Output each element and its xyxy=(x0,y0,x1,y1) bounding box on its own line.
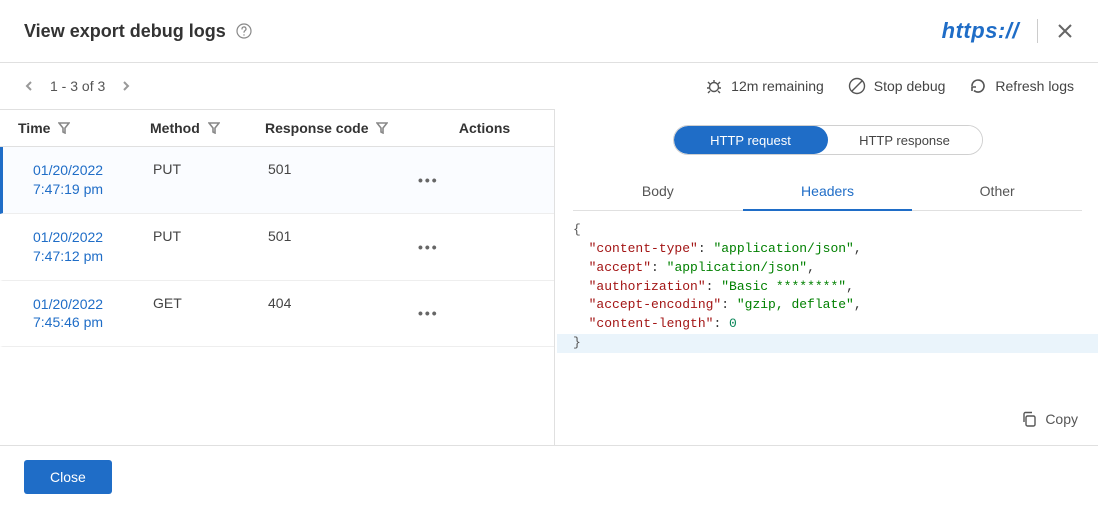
col-method-header[interactable]: Method xyxy=(150,120,265,136)
cell-code: 501 xyxy=(268,161,418,199)
cell-code: 404 xyxy=(268,295,418,333)
col-method-label: Method xyxy=(150,120,200,136)
row-actions-button[interactable]: ••• xyxy=(418,161,554,199)
copy-label: Copy xyxy=(1045,411,1078,427)
header-right: https:// xyxy=(942,18,1074,44)
content: Time Method Response code Actions 01/20/… xyxy=(0,109,1098,445)
stop-debug-text: Stop debug xyxy=(874,78,946,94)
table-row[interactable]: 01/20/20227:47:19 pmPUT501••• xyxy=(0,147,554,214)
filter-icon[interactable] xyxy=(208,122,220,134)
bug-icon xyxy=(705,77,723,95)
refresh-text: Refresh logs xyxy=(995,78,1074,94)
toolbar: 1 - 3 of 3 12m remaining Stop debug Refr… xyxy=(0,63,1098,109)
timestamp-link[interactable]: 01/20/20227:47:19 pm xyxy=(3,161,153,199)
cell-method: PUT xyxy=(153,161,268,199)
row-actions-button[interactable]: ••• xyxy=(418,295,554,333)
tab-http-request-label: HTTP request xyxy=(710,133,791,148)
close-button[interactable]: Close xyxy=(24,460,112,494)
table-header: Time Method Response code Actions xyxy=(0,109,554,147)
row-actions-button[interactable]: ••• xyxy=(418,228,554,266)
pager: 1 - 3 of 3 xyxy=(24,78,131,94)
col-code-label: Response code xyxy=(265,120,368,136)
stop-debug-button[interactable]: Stop debug xyxy=(848,77,946,95)
cell-code: 501 xyxy=(268,228,418,266)
table-row[interactable]: 01/20/20227:47:12 pmPUT501••• xyxy=(0,214,554,281)
subtab-other[interactable]: Other xyxy=(912,173,1082,211)
detail-subtabs: Body Headers Other xyxy=(573,173,1082,211)
filter-icon[interactable] xyxy=(58,122,70,134)
header-left: View export debug logs xyxy=(24,21,252,42)
https-badge: https:// xyxy=(942,18,1019,44)
col-time-label: Time xyxy=(18,120,50,136)
cell-method: GET xyxy=(153,295,268,333)
table-body: 01/20/20227:47:19 pmPUT501•••01/20/20227… xyxy=(0,147,554,347)
remaining-text: 12m remaining xyxy=(731,78,824,94)
subtab-body[interactable]: Body xyxy=(573,173,743,211)
page-title: View export debug logs xyxy=(24,21,226,42)
footer: Close xyxy=(0,445,1098,508)
col-actions-label: Actions xyxy=(459,120,510,136)
copy-button[interactable]: Copy xyxy=(573,397,1082,445)
tab-http-response[interactable]: HTTP response xyxy=(828,126,982,154)
help-icon[interactable] xyxy=(236,23,252,39)
headers-json-viewer: { "content-type": "application/json", "a… xyxy=(573,221,1082,353)
col-time-header[interactable]: Time xyxy=(0,120,150,136)
tab-http-response-label: HTTP response xyxy=(859,133,950,148)
chevron-left-icon[interactable] xyxy=(24,81,34,91)
col-actions-header: Actions xyxy=(415,120,554,136)
modal-header: View export debug logs https:// xyxy=(0,0,1098,63)
subtab-headers[interactable]: Headers xyxy=(743,173,913,211)
divider xyxy=(1037,19,1038,43)
timestamp-link[interactable]: 01/20/20227:47:12 pm xyxy=(3,228,153,266)
pager-text: 1 - 3 of 3 xyxy=(50,78,105,94)
toolbar-actions: 12m remaining Stop debug Refresh logs xyxy=(705,77,1074,95)
close-icon[interactable] xyxy=(1056,22,1074,40)
request-response-toggle: HTTP request HTTP response xyxy=(673,125,983,155)
remaining-label: 12m remaining xyxy=(705,77,824,95)
table-row[interactable]: 01/20/20227:45:46 pmGET404••• xyxy=(0,281,554,348)
filter-icon[interactable] xyxy=(376,122,388,134)
detail-panel: HTTP request HTTP response Body Headers … xyxy=(555,109,1098,445)
refresh-button[interactable]: Refresh logs xyxy=(969,77,1074,95)
tab-http-request[interactable]: HTTP request xyxy=(674,126,828,154)
cell-method: PUT xyxy=(153,228,268,266)
col-code-header[interactable]: Response code xyxy=(265,120,415,136)
stop-icon xyxy=(848,77,866,95)
refresh-icon xyxy=(969,77,987,95)
logs-table: Time Method Response code Actions 01/20/… xyxy=(0,109,555,445)
copy-icon xyxy=(1021,411,1037,427)
timestamp-link[interactable]: 01/20/20227:45:46 pm xyxy=(3,295,153,333)
chevron-right-icon[interactable] xyxy=(121,81,131,91)
